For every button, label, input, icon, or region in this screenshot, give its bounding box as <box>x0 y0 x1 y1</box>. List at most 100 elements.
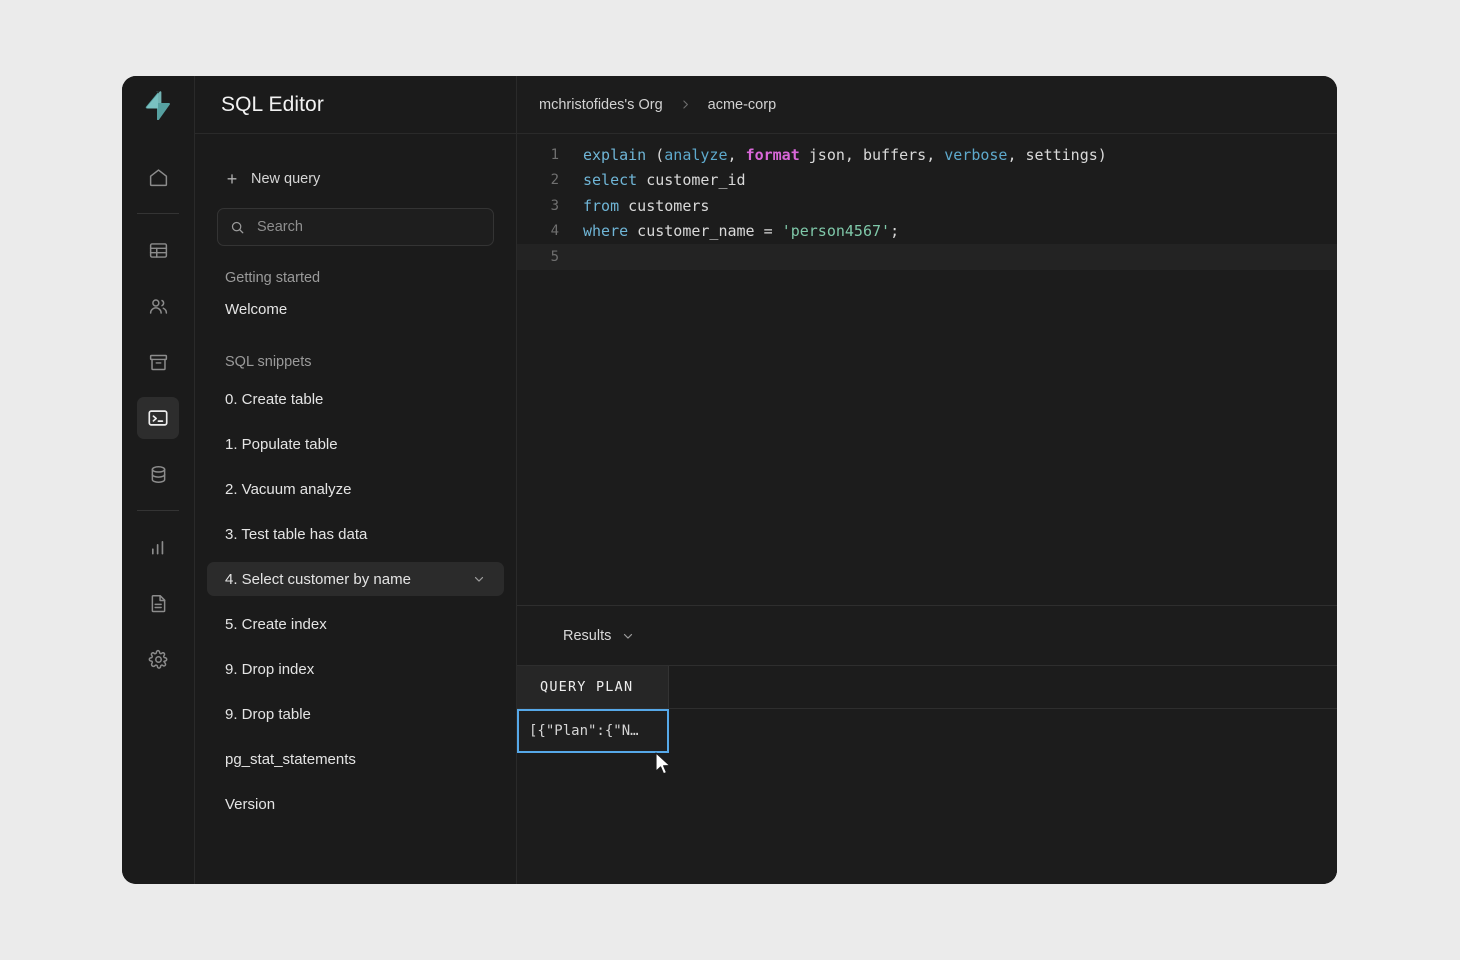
breadcrumb-org[interactable]: mchristofides's Org <box>539 97 663 113</box>
sidebar-header: SQL Editor <box>195 76 516 134</box>
sidebar-item-label: 5. Create index <box>225 616 327 633</box>
results-label: Results <box>563 628 611 644</box>
code-line-active: 5 <box>517 244 1337 270</box>
token-identifier: customer_name = <box>628 222 782 240</box>
database-icon[interactable] <box>137 453 179 495</box>
new-query-label: New query <box>251 171 320 187</box>
sidebar-item-label: Welcome <box>225 301 287 318</box>
storage-box-icon[interactable] <box>137 341 179 383</box>
sql-code-editor[interactable]: 1 explain (analyze, format json, buffers… <box>517 134 1337 605</box>
token-option: settings <box>1026 146 1098 164</box>
token-option: verbose <box>944 146 1007 164</box>
token-punct: , <box>1007 146 1025 164</box>
getting-started-group: Getting started Welcome <box>195 270 516 326</box>
sidebar-item-test-table-has-data[interactable]: 3. Test table has data <box>207 517 504 551</box>
home-icon[interactable] <box>137 156 179 198</box>
rail-divider-bottom <box>137 510 179 511</box>
page-title: SQL Editor <box>221 93 324 117</box>
token-option-format: format <box>746 146 800 164</box>
logs-document-icon[interactable] <box>137 582 179 624</box>
sidebar-item-welcome[interactable]: Welcome <box>207 292 504 326</box>
sidebar-item-version[interactable]: Version <box>207 787 504 821</box>
token-punct: ) <box>1098 146 1107 164</box>
search-icon <box>230 220 245 235</box>
chevron-right-icon <box>679 98 692 111</box>
token-value: json <box>800 146 845 164</box>
token-keyword: from <box>583 197 619 215</box>
results-pane: Results QUERY PLAN [{"Plan":{"N… <box>517 605 1337 884</box>
token-punct: , <box>728 146 746 164</box>
code-line-text: where customer_name = 'person4567'; <box>573 222 899 240</box>
sql-snippets-label: SQL snippets <box>195 354 516 370</box>
code-line: 2 select customer_id <box>517 168 1337 194</box>
sql-editor-terminal-icon[interactable] <box>137 397 179 439</box>
sidebar-item-label: 9. Drop index <box>225 661 314 678</box>
token-option: buffers <box>863 146 926 164</box>
supabase-bolt-logo[interactable] <box>122 76 194 134</box>
sidebar-item-label: 3. Test table has data <box>225 526 367 543</box>
authentication-users-icon[interactable] <box>137 285 179 327</box>
sidebar-item-create-index[interactable]: 5. Create index <box>207 607 504 641</box>
line-number: 2 <box>517 172 573 188</box>
reports-bar-chart-icon[interactable] <box>137 526 179 568</box>
sidebar-item-label: 9. Drop table <box>225 706 311 723</box>
column-header-query-plan[interactable]: QUERY PLAN <box>517 666 669 708</box>
table-row: [{"Plan":{"N… <box>517 709 1337 753</box>
code-line-text: select customer_id <box>573 171 746 189</box>
sidebar-item-vacuum-analyze[interactable]: 2. Vacuum analyze <box>207 472 504 506</box>
line-number: 4 <box>517 223 573 239</box>
code-line-text: explain (analyze, format json, buffers, … <box>573 146 1107 164</box>
sql-snippets-list: 0. Create table 1. Populate table 2. Vac… <box>195 382 516 821</box>
sidebar-item-label: 2. Vacuum analyze <box>225 481 351 498</box>
sidebar-item-create-table[interactable]: 0. Create table <box>207 382 504 416</box>
icon-rail <box>122 76 195 884</box>
sidebar-item-label: pg_stat_statements <box>225 751 356 768</box>
sidebar-item-pg-stat-statements[interactable]: pg_stat_statements <box>207 742 504 776</box>
code-line: 1 explain (analyze, format json, buffers… <box>517 142 1337 168</box>
sidebar-item-select-customer-by-name[interactable]: 4. Select customer by name <box>207 562 504 596</box>
token-identifier: customers <box>619 197 709 215</box>
token-keyword: select <box>583 171 637 189</box>
token-string: 'person4567' <box>782 222 890 240</box>
results-header[interactable]: Results <box>517 606 1337 666</box>
table-editor-icon[interactable] <box>137 229 179 271</box>
app-window: SQL Editor + New query Getting started <box>122 76 1337 884</box>
code-line-text: from customers <box>573 197 709 215</box>
chevron-down-icon[interactable] <box>472 572 486 586</box>
sidebar-item-label: 1. Populate table <box>225 436 338 453</box>
sidebar-item-drop-table[interactable]: 9. Drop table <box>207 697 504 731</box>
code-line: 4 where customer_name = 'person4567'; <box>517 219 1337 245</box>
sidebar-item-label: 0. Create table <box>225 391 323 408</box>
plus-icon: + <box>225 170 239 188</box>
breadcrumb: mchristofides's Org acme-corp <box>517 76 1337 134</box>
new-query-button[interactable]: + New query <box>195 164 516 194</box>
rail-divider-top <box>137 213 179 214</box>
results-grid: QUERY PLAN [{"Plan":{"N… <box>517 666 1337 884</box>
line-number: 3 <box>517 198 573 214</box>
token-punct: ( <box>646 146 664 164</box>
settings-gear-icon[interactable] <box>137 638 179 680</box>
line-number: 5 <box>517 249 573 265</box>
token-keyword: where <box>583 222 628 240</box>
code-line: 3 from customers <box>517 193 1337 219</box>
query-sidebar: SQL Editor + New query Getting started <box>195 76 517 884</box>
main-content: mchristofides's Org acme-corp 1 explain … <box>517 76 1337 884</box>
token-punct: , <box>926 146 944 164</box>
token-identifier: customer_id <box>637 171 745 189</box>
token-option: analyze <box>664 146 727 164</box>
getting-started-label: Getting started <box>195 270 516 286</box>
sidebar-item-label: 4. Select customer by name <box>225 571 411 588</box>
sql-snippets-group: SQL snippets 0. Create table 1. Populate… <box>195 354 516 821</box>
line-number: 1 <box>517 147 573 163</box>
sidebar-body: + New query Getting started Welcome <box>195 134 516 884</box>
breadcrumb-project[interactable]: acme-corp <box>708 97 777 113</box>
search-input[interactable] <box>255 218 481 236</box>
sidebar-item-populate-table[interactable]: 1. Populate table <box>207 427 504 461</box>
sidebar-item-label: Version <box>225 796 275 813</box>
chevron-down-icon[interactable] <box>621 629 635 643</box>
token-keyword: explain <box>583 146 646 164</box>
token-punct: , <box>845 146 863 164</box>
results-cell-query-plan[interactable]: [{"Plan":{"N… <box>517 709 669 753</box>
search-box[interactable] <box>217 208 494 246</box>
sidebar-item-drop-index[interactable]: 9. Drop index <box>207 652 504 686</box>
